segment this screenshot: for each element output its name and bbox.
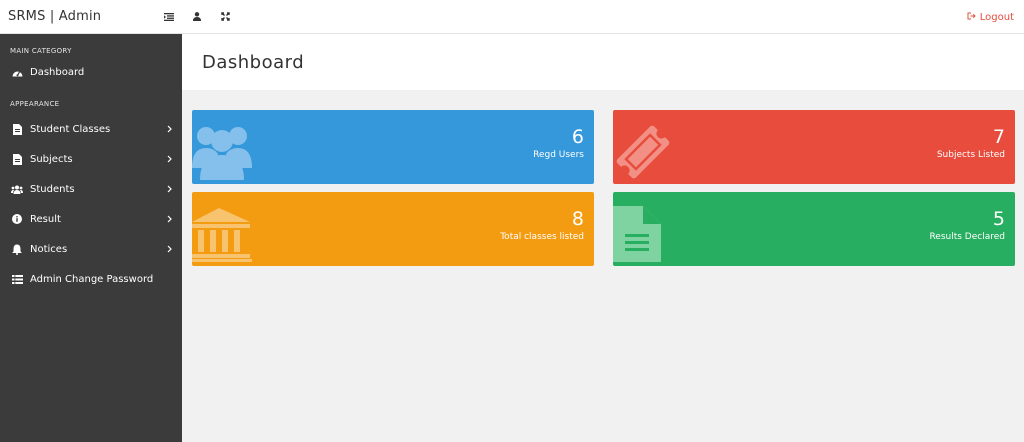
- sidebar-item-label: Dashboard: [30, 66, 85, 78]
- chevron-right-icon: [167, 114, 172, 144]
- sidebar-category-appearance: APPEARANCE: [10, 100, 60, 108]
- logout-label: Logout: [979, 11, 1014, 23]
- list-icon: [10, 272, 24, 286]
- stat-value: 6: [571, 126, 584, 148]
- chevron-right-icon: [167, 174, 172, 204]
- sidebar: MAIN CATEGORY Dashboard APPEARANCE Stude…: [0, 34, 182, 442]
- bank-icon: [192, 206, 252, 266]
- chevron-right-icon: [167, 204, 172, 234]
- page-header: Dashboard: [182, 34, 1024, 90]
- sidebar-item-label: Subjects: [30, 153, 73, 165]
- logout-link[interactable]: Logout: [967, 0, 1014, 34]
- stat-card-total-classes[interactable]: 8 Total classes listed: [192, 192, 594, 266]
- stat-card-results-declared[interactable]: 5 Results Declared: [613, 192, 1015, 266]
- sidebar-item-label: Admin Change Password: [30, 273, 154, 285]
- sidebar-item-label: Result: [30, 213, 61, 225]
- sidebar-category-main: MAIN CATEGORY: [10, 47, 72, 55]
- users-icon: [10, 182, 24, 196]
- stat-card-regd-users[interactable]: 6 Regd Users: [192, 110, 594, 184]
- document-icon: [613, 206, 663, 266]
- ticket-icon: [613, 120, 673, 184]
- stat-label: Results Declared: [929, 232, 1005, 242]
- menu-toggle-icon[interactable]: [155, 0, 183, 34]
- stat-label: Regd Users: [533, 150, 584, 160]
- logout-icon: [967, 12, 980, 23]
- stat-value: 8: [571, 208, 584, 230]
- user-icon[interactable]: [183, 0, 211, 34]
- stat-label: Total classes listed: [500, 232, 584, 242]
- sidebar-item-result[interactable]: Result: [0, 204, 182, 234]
- stat-card-subjects-listed[interactable]: 7 Subjects Listed: [613, 110, 1015, 184]
- sidebar-item-label: Students: [30, 183, 75, 195]
- users-icon: [192, 120, 252, 184]
- file-icon: [10, 122, 24, 136]
- chevron-right-icon: [167, 144, 172, 174]
- sidebar-item-notices[interactable]: Notices: [0, 234, 182, 264]
- file-icon: [10, 152, 24, 166]
- sidebar-item-student-classes[interactable]: Student Classes: [0, 114, 182, 144]
- fullscreen-icon[interactable]: [211, 0, 239, 34]
- sidebar-item-dashboard[interactable]: Dashboard: [0, 57, 182, 87]
- info-icon: [10, 212, 24, 226]
- stat-value: 7: [992, 126, 1005, 148]
- bell-icon: [10, 242, 24, 256]
- dashboard-icon: [10, 65, 24, 79]
- brand-title[interactable]: SRMS | Admin: [0, 9, 155, 24]
- chevron-right-icon: [167, 234, 172, 264]
- stat-value: 5: [992, 208, 1005, 230]
- sidebar-item-students[interactable]: Students: [0, 174, 182, 204]
- top-navbar: SRMS | Admin Logout: [0, 0, 1024, 34]
- sidebar-item-admin-change-password[interactable]: Admin Change Password: [0, 264, 182, 294]
- sidebar-item-label: Notices: [30, 243, 68, 255]
- sidebar-item-subjects[interactable]: Subjects: [0, 144, 182, 174]
- stat-label: Subjects Listed: [936, 150, 1005, 160]
- page-title: Dashboard: [202, 51, 305, 73]
- sidebar-item-label: Student Classes: [30, 123, 111, 135]
- main-content: Dashboard 6 Regd Users 7 Subjects Listed…: [182, 34, 1024, 442]
